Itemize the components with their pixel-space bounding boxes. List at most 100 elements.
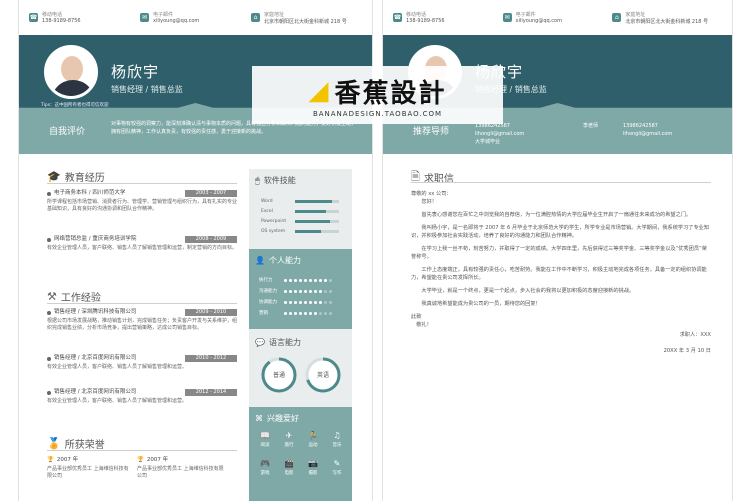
date-badge: 2012 - 2014 <box>185 389 237 396</box>
paragraph: 在学习上我一丝不苟，刻苦努力，并取得了一定的成绩。大学四年里，先后获得过三等奖学… <box>411 246 707 260</box>
ability-dot <box>284 311 287 315</box>
contact-bar: ☎ 移动电话 138-9189-8756 ✉ 电子邮件 xiliyoung@qq.c… <box>383 0 732 35</box>
education-title: 🎓 教育经历 <box>47 170 105 184</box>
ability-dot <box>299 300 302 304</box>
ability-dot <box>324 311 327 315</box>
ability-dot <box>299 278 302 282</box>
contact-phone: ☎ 移动电话 138-9189-8756 <box>29 12 81 24</box>
date-badge: 2009 - 2010 <box>185 309 237 316</box>
ability-dot <box>319 289 322 293</box>
letter-date: 20XX 年 3 月 10 日 <box>663 348 711 354</box>
tutor-contact-a: 13986242587 lihongli@gmail.com 大学城毕业 <box>475 123 525 145</box>
paragraph: 工作上态度端正，具有较强的责任心，吃苦耐劳。我能在工作中不断学习，积极主动地完成… <box>411 267 707 281</box>
ability-dot <box>304 278 307 282</box>
paragraph: 我叫杨小宇，是一名即将于 2007 年 6 月毕业于北京师范大学的学生，所学专业… <box>411 225 710 239</box>
graduation-cap-icon: 🎓 <box>47 170 61 183</box>
hobby-item: 🎬 电影 <box>277 459 301 476</box>
tutor-contact-b: 13986242587 lihongli@gmail.com <box>623 123 673 137</box>
ability-dot <box>314 278 317 282</box>
hobby-item: 🏃 运动 <box>301 431 325 448</box>
contact-address: ⌂ 家庭地址 北京市朝阳区北大街金科新城 218 号 <box>612 11 722 25</box>
ability-dot <box>319 300 322 304</box>
ability-dot <box>289 289 292 293</box>
ability-dot <box>284 300 287 304</box>
date-badge: 2010 - 2012 <box>185 355 237 362</box>
film-icon: 🎬 <box>284 459 294 468</box>
ability-dot <box>314 311 317 315</box>
greeting: 您好！ <box>421 199 437 205</box>
language-rings: 普通 英语 <box>261 357 341 393</box>
ability-row: 沟通能力 <box>259 288 332 294</box>
hobby-item: 📖 阅读 <box>253 431 277 448</box>
medal-icon: 🏅 <box>47 437 61 450</box>
skill-bar <box>295 210 326 213</box>
ability-dot <box>299 311 302 315</box>
ability-dot <box>309 278 312 282</box>
ability-dot <box>294 289 297 293</box>
skills-title: 🖱 软件技能 <box>255 175 296 186</box>
ability-dot <box>304 311 307 315</box>
mail-icon: ✉ <box>140 13 149 22</box>
language-label: 普通 <box>273 371 285 379</box>
respect: 敬礼！ <box>416 322 432 328</box>
run-icon: 🏃 <box>308 431 318 440</box>
hobby-item: ✎ 写作 <box>325 459 349 476</box>
ability-dot <box>319 311 322 315</box>
ability-dot <box>324 278 327 282</box>
salutation: 尊敬的 xx 公司： <box>411 191 452 197</box>
profile-name: 杨欣宇 <box>111 63 160 81</box>
ability-dot <box>324 289 327 293</box>
paragraph: 大学毕业，就是一个终点，更是一个起点，步入社会的我将以更加积极的态度迎接新的挑战… <box>421 288 635 294</box>
skill-bar <box>295 230 322 233</box>
watermark: ◢ 香蕉設計 BANANADESIGN.TAOBAO.COM <box>252 66 503 124</box>
languages-title: 💬 语言能力 <box>255 338 301 347</box>
ability-dot <box>304 300 307 304</box>
honor-item: 🏆 2007 年 产品事业部优秀员工 上海维信科技有限公司 <box>137 457 224 479</box>
ability-dot <box>309 311 312 315</box>
ability-dot <box>304 289 307 293</box>
salute: 此致 <box>411 314 422 320</box>
work-title: ⚒ 工作经验 <box>47 290 101 304</box>
skill-row: Excel <box>261 209 339 214</box>
skill-bar <box>295 200 333 203</box>
music-icon: ♫ <box>333 431 341 440</box>
closing: 我真诚地希望能成为贵公司的一员，期待您的回复！ <box>421 301 541 307</box>
gamepad-icon: 🎮 <box>260 459 270 468</box>
contact-address: ⌂ 家庭地址 北京市朝阳区北大街金科新城 218 号 <box>251 11 362 25</box>
phone-icon: ☎ <box>29 13 38 22</box>
ability-dot <box>314 289 317 293</box>
ability-dot <box>299 289 302 293</box>
plane-icon: ✈ <box>285 431 293 440</box>
book-icon: 📖 <box>260 431 270 440</box>
hobby-item: ♫ 音乐 <box>325 431 349 448</box>
ability-dot <box>309 289 312 293</box>
list-item: 网络营销总监 / 重庆商务培训学院 2008 - 2009 有效企业管理人员，客… <box>47 236 238 251</box>
contact-phone: ☎ 移动电话 138-9189-8756 <box>393 12 445 24</box>
trophy-icon: 🏆 <box>137 457 144 463</box>
phone-icon: ☎ <box>393 13 402 22</box>
ability-dot <box>284 278 287 282</box>
pen-icon: ✎ <box>333 459 341 468</box>
watermark-site: BANANADESIGN.TAOBAO.COM <box>312 109 443 118</box>
ability-dot <box>329 289 332 293</box>
list-item: 销售经理 / 北京百度网讯有限公司 2012 - 2014 有效企业管理人员，客… <box>47 389 237 405</box>
banana-logo-icon: ◢ <box>308 76 329 106</box>
ability-dot <box>289 300 292 304</box>
tool-icon: ⚒ <box>47 290 57 303</box>
list-item: 销售经理 / 北京百度网讯有限公司 2010 - 2012 有效企业管理人员，客… <box>47 355 237 371</box>
hobby-item: ✈ 旅行 <box>277 431 301 448</box>
ability-dot <box>309 300 312 304</box>
date-badge: 2003 - 2007 <box>185 190 237 197</box>
mail-icon: ✉ <box>502 13 512 22</box>
contact-bar: ☎ 移动电话 138-9189-8756 ✉ 电子邮件 xiliyoung@qq.c… <box>19 0 372 35</box>
profile-role: 销售经理 / 销售总监 <box>111 85 183 94</box>
trophy-icon: 🏆 <box>47 457 54 463</box>
skill-row: Powerpoint <box>261 219 339 224</box>
camera-icon: 📷 <box>308 459 318 468</box>
abilities-title: 👤 个人能力 <box>255 256 301 265</box>
skill-row: Word <box>261 199 339 204</box>
list-item: 电子商务本科 / 四川师范大学 2003 - 2007 所学课程包括市场营销、消… <box>47 190 238 212</box>
skill-row: OS system <box>261 229 339 234</box>
ability-dot <box>314 300 317 304</box>
language-label: 英语 <box>317 371 329 379</box>
